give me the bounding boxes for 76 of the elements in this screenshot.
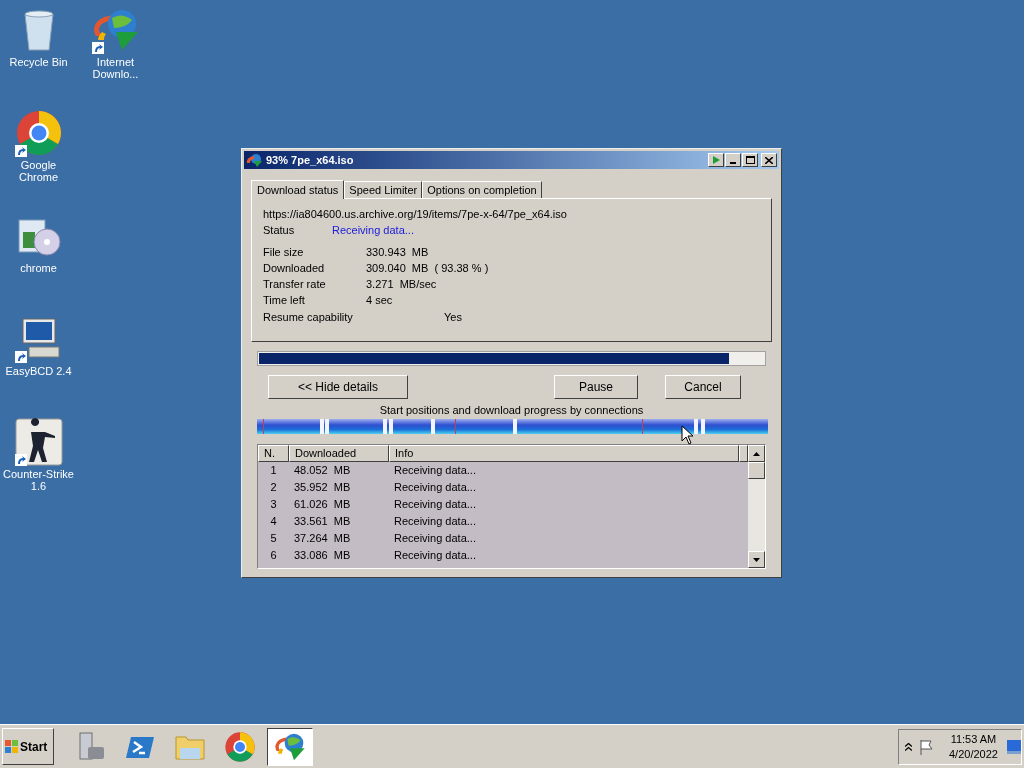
desktop-icon-label[interactable]: Internet Downlo... xyxy=(77,56,154,80)
field-label: Downloaded xyxy=(263,260,326,276)
table-cell-text: 48.052 MB xyxy=(293,463,352,479)
field-label: File size xyxy=(263,244,305,260)
desktop-icon-label[interactable]: Google Chrome xyxy=(0,159,77,183)
play-icon xyxy=(712,156,720,164)
app-icon xyxy=(246,153,262,167)
table-cell-text: 33.561 MB xyxy=(293,514,352,530)
field-value: 4 sec xyxy=(366,292,393,308)
field-value: 309.040 MB ( 93.38 % ) xyxy=(366,260,489,276)
table-cell-text: Receiving data... xyxy=(393,480,476,496)
table-cell-text: 5 xyxy=(269,531,278,547)
clock-time[interactable]: 11:53 AM xyxy=(950,731,997,747)
column-header xyxy=(739,445,748,462)
field-label: Resume capability xyxy=(263,309,354,325)
flag-icon xyxy=(919,738,935,755)
hide-details-button[interactable]: << Hide details xyxy=(268,375,408,399)
table-cell-text: Receiving data... xyxy=(393,497,476,513)
minimize-button[interactable] xyxy=(725,153,741,167)
clock-date[interactable]: 4/20/2022 xyxy=(949,746,998,762)
chevron-up-icon xyxy=(905,742,912,751)
close-icon xyxy=(765,156,773,164)
desktop-icon-label[interactable]: Recycle Bin xyxy=(0,56,77,68)
monitor-icon xyxy=(1007,739,1021,754)
taskbar-app-button[interactable] xyxy=(267,727,313,766)
scroll-up-button[interactable] xyxy=(748,445,765,462)
cancel-button[interactable]: Cancel xyxy=(665,375,741,399)
connections-caption: Start positions and download progress by connections xyxy=(379,404,644,416)
scroll-thumb[interactable] xyxy=(748,462,765,479)
download-url: https://ia804600.us.archive.org/19/items/7pe-x-64/7pe_x64.iso xyxy=(263,207,568,222)
table-cell-text: 6 xyxy=(269,548,278,564)
table-cell-text: 3 xyxy=(269,497,278,513)
table-cell-text: Receiving data... xyxy=(393,514,476,530)
window-title: 93% 7pe_x64.iso xyxy=(266,152,354,168)
table-cell-text: 33.086 MB xyxy=(293,548,352,564)
table-cell-text: Receiving data... xyxy=(393,548,476,564)
table-cell-text: Receiving data... xyxy=(393,463,476,479)
field-label: Status xyxy=(263,222,296,238)
minimize-to-tray-button[interactable] xyxy=(708,153,724,167)
field-value: Yes xyxy=(444,309,462,325)
close-button[interactable] xyxy=(761,153,777,167)
table-cell-text: 61.026 MB xyxy=(293,497,352,513)
soldier-icon xyxy=(14,418,63,466)
desktop-icon-label[interactable]: EasyBCD 2.4 xyxy=(0,365,77,377)
status-value: Receiving data... xyxy=(332,222,414,238)
start-button[interactable]: Start xyxy=(2,728,54,765)
windows-logo-icon xyxy=(5,739,19,754)
chrome-icon xyxy=(224,730,256,763)
column-header[interactable]: Downloaded xyxy=(289,445,389,462)
table-cell-text: Receiving data... xyxy=(393,531,476,547)
scroll-down-icon xyxy=(753,557,760,562)
tab[interactable]: Speed Limiter xyxy=(344,181,423,198)
table-cell-text: 37.264 MB xyxy=(293,531,352,547)
desktop-icon-label[interactable]: Counter-Strike 1.6 xyxy=(0,468,77,492)
table-cell-text: 35.952 MB xyxy=(293,480,352,496)
scroll-up-icon xyxy=(753,451,760,456)
table-cell-text: 2 xyxy=(269,480,278,496)
maximize-icon xyxy=(745,156,755,164)
field-label: Transfer rate xyxy=(263,276,327,292)
table-cell-text: 4 xyxy=(269,514,278,530)
scroll-down-button[interactable] xyxy=(748,551,765,568)
mouse-cursor-icon xyxy=(681,425,694,445)
maximize-button[interactable] xyxy=(742,153,758,167)
tab[interactable]: Download status xyxy=(251,180,345,199)
column-header[interactable]: N. xyxy=(258,445,289,462)
pause-button[interactable]: Pause xyxy=(554,375,638,399)
column-header[interactable]: Info xyxy=(389,445,739,462)
field-value: 330.943 MB xyxy=(366,244,429,260)
chrome-icon xyxy=(14,109,63,157)
tab[interactable]: Options on completion xyxy=(422,181,542,198)
table-cell-text: 1 xyxy=(269,463,278,479)
desktop-icon-label[interactable]: chrome xyxy=(0,262,77,274)
minimize-icon xyxy=(730,162,736,164)
scrollbar[interactable] xyxy=(748,445,765,568)
field-label: Time left xyxy=(263,292,306,308)
field-value: 3.271 MB/sec xyxy=(366,276,437,292)
